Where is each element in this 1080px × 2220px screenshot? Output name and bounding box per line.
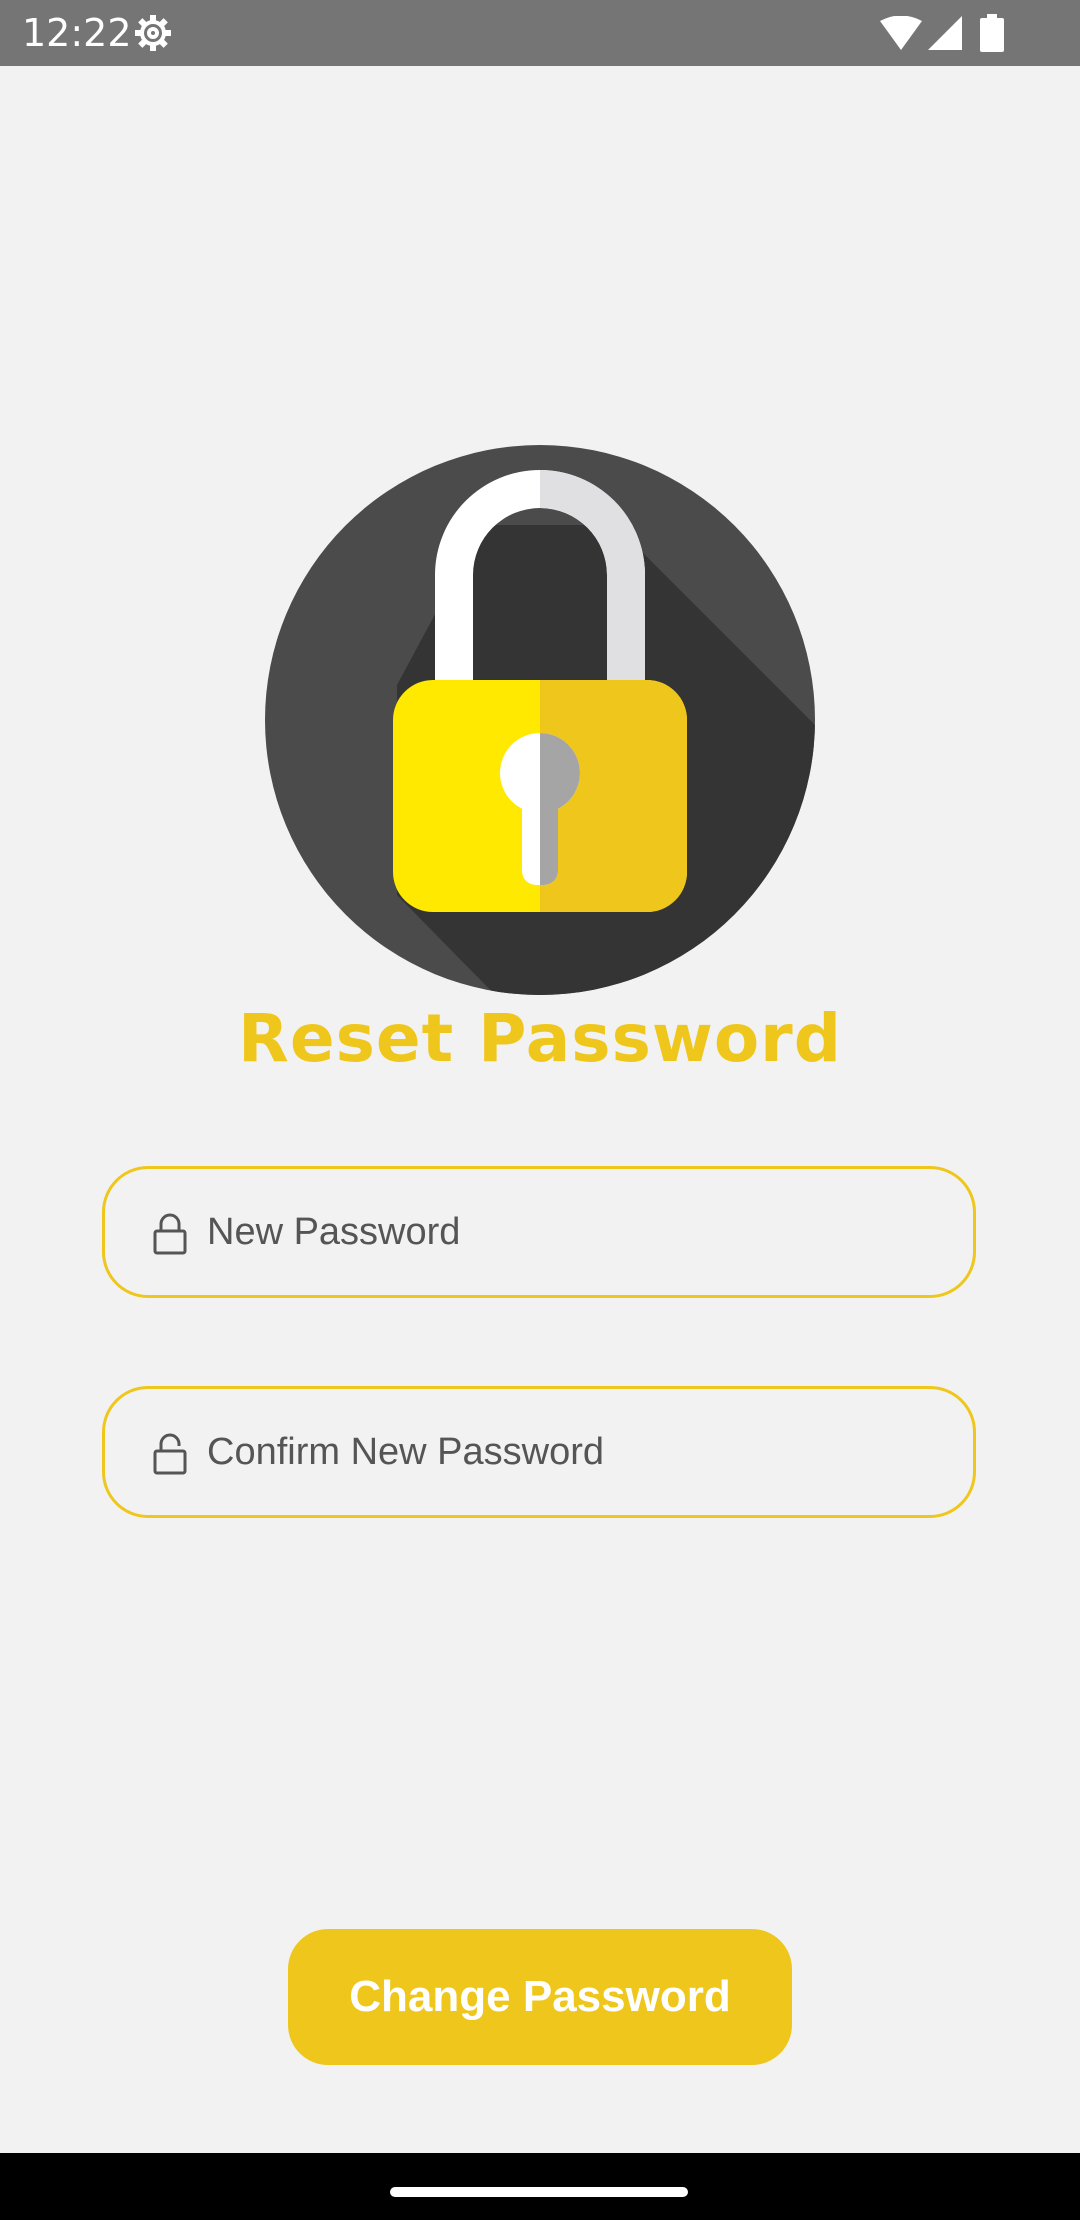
battery-icon xyxy=(980,14,1004,52)
lock-open-icon xyxy=(153,1433,187,1475)
settings-gear-icon xyxy=(135,15,171,51)
status-bar: 12:22 xyxy=(0,0,1080,66)
home-indicator[interactable] xyxy=(390,2187,688,2197)
navigation-bar xyxy=(0,2153,1080,2220)
lock-closed-icon xyxy=(153,1213,187,1255)
wifi-icon xyxy=(880,16,922,50)
status-time: 12:22 xyxy=(22,11,132,55)
padlock-icon xyxy=(265,445,815,995)
page-title: Reset Password xyxy=(238,1000,842,1077)
new-password-placeholder: New Password xyxy=(207,1211,461,1253)
change-password-button[interactable]: Change Password xyxy=(288,1929,792,2065)
cell-signal-icon xyxy=(928,16,962,50)
confirm-password-field[interactable]: Confirm New Password xyxy=(102,1386,976,1518)
confirm-password-placeholder: Confirm New Password xyxy=(207,1431,604,1473)
new-password-field[interactable]: New Password xyxy=(102,1166,976,1298)
reset-password-screen: 12:22 Reset Password New Password Confir… xyxy=(0,0,1080,2220)
